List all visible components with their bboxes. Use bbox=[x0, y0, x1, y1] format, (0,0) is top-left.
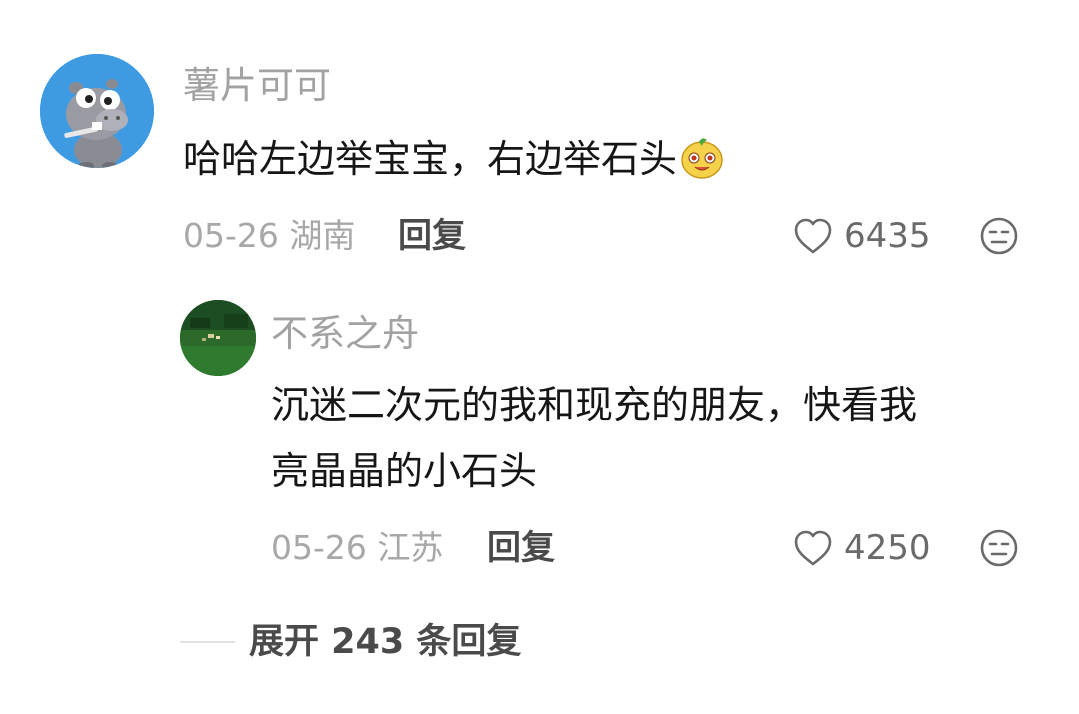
like-count: 4250 bbox=[844, 528, 931, 568]
like-button[interactable]: 6435 bbox=[792, 216, 931, 256]
hippo-avatar-icon bbox=[40, 54, 154, 168]
heart-outline-icon bbox=[794, 218, 832, 254]
dislike-button[interactable] bbox=[979, 528, 1019, 568]
expand-divider bbox=[180, 641, 235, 643]
landscape-avatar[interactable] bbox=[180, 300, 256, 376]
reply-text-line-1: 沉迷二次元的我和现充的朋友，快看我 bbox=[271, 383, 918, 427]
comment-text-body: 哈哈左边举宝宝，右边举石头 bbox=[183, 137, 678, 181]
reply-location: 江苏 bbox=[377, 528, 444, 567]
reply-button[interactable]: 回复 bbox=[487, 528, 555, 568]
like-button[interactable]: 4250 bbox=[792, 528, 931, 568]
expand-replies-label: 展开 243 条回复 bbox=[249, 622, 522, 662]
dislike-button[interactable] bbox=[979, 216, 1019, 256]
heart-outline-icon bbox=[794, 530, 832, 566]
reply-username[interactable]: 不系之舟 bbox=[271, 312, 419, 356]
reply-button[interactable]: 回复 bbox=[398, 216, 466, 256]
comment-text: 哈哈左边举宝宝，右边举石头 bbox=[183, 128, 823, 190]
meh-face-icon bbox=[980, 529, 1018, 567]
like-count: 6435 bbox=[844, 216, 931, 256]
comment-location: 湖南 bbox=[289, 216, 356, 255]
hippo-avatar[interactable] bbox=[40, 54, 154, 168]
smiling-potato-emoji-icon bbox=[679, 134, 725, 180]
reply-date: 05-26 bbox=[271, 528, 367, 567]
comment-date: 05-26 bbox=[183, 216, 279, 255]
expand-replies-button[interactable]: 展开 243 条回复 bbox=[180, 620, 521, 664]
meh-face-icon bbox=[980, 217, 1018, 255]
landscape-avatar-icon bbox=[180, 300, 256, 376]
reply-text-line-2: 亮晶晶的小石头 bbox=[271, 449, 538, 493]
comment-meta: 05-26 湖南 bbox=[183, 216, 355, 256]
reply-meta: 05-26 江苏 bbox=[271, 528, 443, 568]
comment-username[interactable]: 薯片可可 bbox=[183, 64, 331, 108]
